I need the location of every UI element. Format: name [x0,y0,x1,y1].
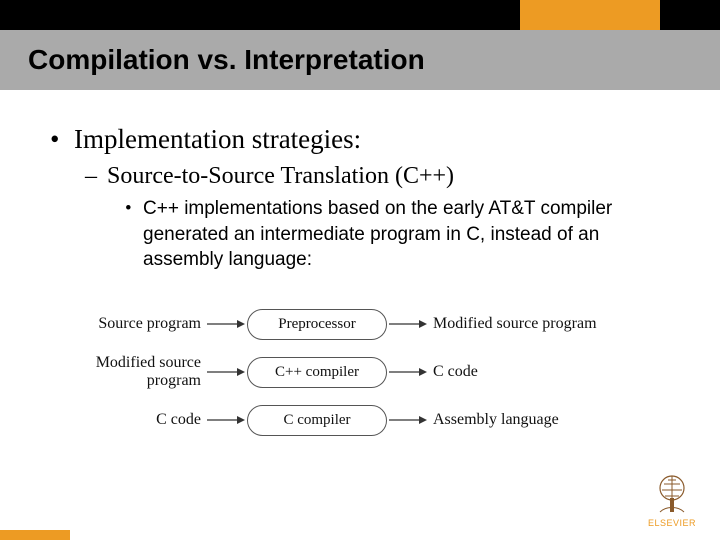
row-input-label: Modified source program [40,354,205,390]
bullet-text: Source-to-Source Translation (C++) [107,163,454,190]
bullet-level-1: • Implementation strategies: [50,124,670,155]
slide-title: Compilation vs. Interpretation [28,44,425,76]
bullet-dash-icon: – [85,163,107,190]
diagram-row: C code C compiler Assembly language [40,396,680,444]
stage-box: Preprocessor [247,309,387,340]
elsevier-logo: ELSEVIER [648,472,696,528]
arrow-right-icon [205,317,247,331]
stage-box: C++ compiler [247,357,387,388]
elsevier-wordmark: ELSEVIER [648,518,696,528]
bullet-text: Implementation strategies: [74,124,361,155]
diagram-row: Modified source program C++ compiler C c… [40,348,680,396]
elsevier-tree-icon [650,472,694,516]
arrow-right-icon [387,317,429,331]
arrow-right-icon [387,365,429,379]
content-area: • Implementation strategies: – Source-to… [0,110,720,273]
bullet-level-3: • C++ implementations based on the early… [125,196,670,273]
stage-box: C compiler [247,405,387,436]
bullet-dot-icon: • [50,124,74,155]
row-input-label: C code [40,411,205,429]
bullet-level-2: – Source-to-Source Translation (C++) [85,163,670,190]
row-output-label: C code [429,363,629,381]
diagram-row: Source program Preprocessor Modified sou… [40,300,680,348]
bottom-accent-bar [0,530,70,540]
title-bar: Compilation vs. Interpretation [0,30,720,90]
row-output-label: Assembly language [429,411,629,429]
row-input-label: Source program [40,315,205,333]
bullet-dot-icon: • [125,196,143,273]
arrow-right-icon [387,413,429,427]
row-output-label: Modified source program [429,315,629,333]
arrow-right-icon [205,365,247,379]
pipeline-diagram: Source program Preprocessor Modified sou… [40,300,680,480]
bullet-text: C++ implementations based on the early A… [143,196,623,273]
arrow-right-icon [205,413,247,427]
